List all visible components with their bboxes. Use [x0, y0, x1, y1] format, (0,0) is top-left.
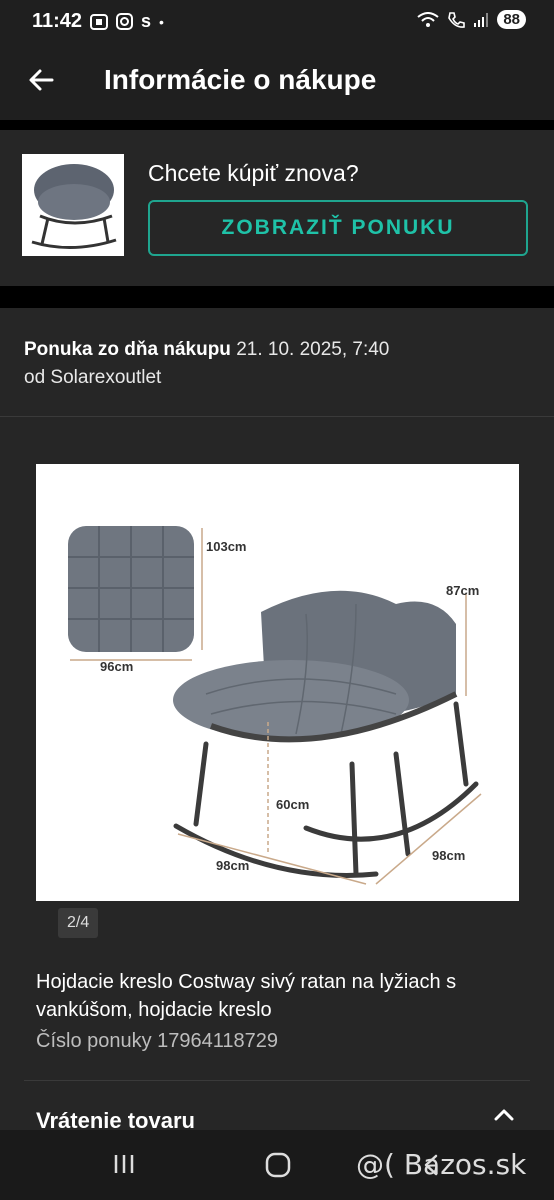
offer-info: Ponuka zo dňa nákupu 21. 10. 2025, 7:40 … [24, 336, 389, 392]
page-title: Informácie o nákupe [104, 64, 377, 95]
divider [24, 1080, 530, 1081]
call-icon [448, 11, 466, 28]
show-offer-button[interactable]: ZOBRAZIŤ PONUKU [148, 200, 528, 256]
battery-indicator: 88 [497, 10, 526, 29]
home-icon[interactable] [264, 1152, 292, 1178]
product-title[interactable]: Hojdacie kreslo Costway sivý ratan na ly… [36, 968, 526, 1024]
product-thumbnail[interactable] [22, 154, 124, 256]
dim-cushion-height: 103cm [206, 539, 246, 554]
back-arrow-icon[interactable] [26, 64, 58, 96]
app-bar: Informácie o nákupe [0, 42, 554, 120]
chevron-up-icon[interactable] [492, 1104, 516, 1124]
app-icon: s [141, 11, 152, 31]
product-photo-rocking-chair: 103cm 96cm 87cm 60cm 98cm 98cm [68, 526, 482, 885]
divider [0, 416, 554, 417]
dim-seat-height: 60cm [276, 797, 309, 812]
seller-line: od Solarexoutlet [24, 367, 162, 388]
status-bar: 11:42 s • 88 [0, 0, 554, 42]
status-time: 11:42 [32, 10, 83, 32]
chair-thumbnail-illustration [31, 164, 117, 249]
wifi-icon [417, 11, 439, 27]
section-gap [0, 120, 554, 130]
offer-panel: Ponuka zo dňa nákupu 21. 10. 2025, 7:40 … [0, 308, 554, 1138]
rebuy-card: Chcete kúpiť znova? ZOBRAZIŤ PONUKU [0, 130, 554, 286]
image-counter: 2/4 [58, 908, 99, 938]
dim-width: 98cm [216, 858, 249, 873]
nav-back-icon[interactable] [420, 1152, 444, 1178]
offer-date-line: Ponuka zo dňa nákupu 21. 10. 2025, 7:40 [24, 336, 389, 364]
system-nav-bar: @( Bazos.sk [0, 1130, 554, 1200]
offer-number: Číslo ponuky 17964118729 [36, 1030, 279, 1052]
section-gap [0, 286, 554, 308]
recent-apps-icon[interactable] [110, 1152, 140, 1176]
instagram-icon [116, 13, 133, 30]
dim-depth: 98cm [432, 848, 465, 863]
dim-cushion-width: 96cm [100, 659, 133, 674]
offer-label: Ponuka zo dňa nákupu [24, 339, 231, 360]
notification-icon [90, 13, 108, 30]
signal-icon [474, 12, 489, 27]
product-image[interactable]: 103cm 96cm 87cm 60cm 98cm 98cm [36, 464, 519, 901]
dot-icon: • [159, 13, 164, 30]
dim-chair-height: 87cm [446, 583, 479, 598]
rebuy-question: Chcete kúpiť znova? [148, 160, 359, 186]
offer-date: 21. 10. 2025, 7:40 [236, 339, 390, 360]
status-left-icons: s • [90, 11, 164, 32]
status-right-icons: 88 [417, 10, 526, 29]
